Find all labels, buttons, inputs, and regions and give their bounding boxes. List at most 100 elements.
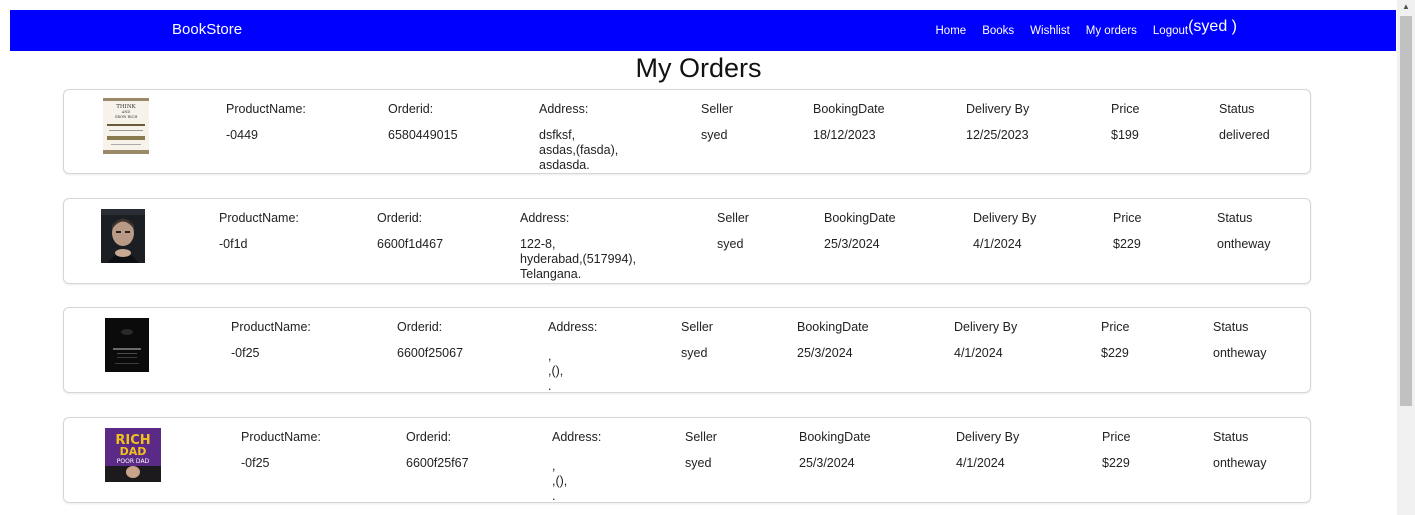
booking-date-value: 25/3/2024 — [824, 237, 880, 251]
seller-label: Seller — [717, 211, 749, 225]
address-value: 122-8, hyderabad,(517994), Telangana. — [520, 237, 636, 282]
vertical-scrollbar[interactable]: ▲ — [1397, 0, 1415, 515]
seller-value: syed — [717, 237, 744, 251]
price-value: $229 — [1113, 237, 1141, 251]
price-value: $199 — [1111, 128, 1139, 142]
seller-label: Seller — [681, 320, 713, 334]
delivery-by-label: Delivery By — [966, 102, 1030, 116]
cover-title-line: POOR DAD — [117, 458, 150, 465]
booking-date-label: BookingDate — [824, 211, 896, 225]
nav-wishlist-link[interactable]: Wishlist — [1030, 25, 1070, 37]
seller-value: syed — [681, 346, 708, 360]
navbar: BookStore Home Books Wishlist My orders … — [10, 10, 1396, 51]
cover-title-line: DAD — [120, 445, 147, 458]
nav-books-link[interactable]: Books — [982, 25, 1014, 37]
order-id-label: Orderid: — [406, 430, 452, 444]
order-id-label: Orderid: — [377, 211, 423, 225]
status-label: Status — [1213, 320, 1249, 334]
order-id-value: 6600f25067 — [397, 346, 464, 360]
price-label: Price — [1102, 430, 1131, 444]
order-id-value: 6580449015 — [388, 128, 458, 142]
address-line: 122-8, — [520, 237, 556, 251]
product-name-label: ProductName: — [219, 211, 299, 225]
delivery-by-value: 12/25/2023 — [966, 128, 1029, 142]
seller-label: Seller — [701, 102, 733, 116]
book-cover-image: THINK AND GROW RICH — [103, 98, 149, 154]
address-label: Address: — [520, 211, 570, 225]
booking-date-value: 25/3/2024 — [797, 346, 853, 360]
seller-value: syed — [685, 456, 712, 470]
book-cover-image — [105, 318, 149, 372]
cover-title-line: GROW RICH — [115, 115, 138, 119]
page-title: My Orders — [635, 53, 762, 83]
cover-title-line: AND — [121, 110, 131, 114]
address-label: Address: — [539, 102, 589, 116]
address-value: , ,(), . — [552, 459, 567, 504]
product-name-label: ProductName: — [231, 320, 311, 334]
address-line: , — [548, 349, 552, 363]
product-name-value: -0f25 — [231, 346, 260, 360]
order-card: RICH DAD POOR DAD ProductName: Orderid: … — [63, 417, 1311, 503]
nav-links: Home Books Wishlist My orders Logout (sy… — [936, 10, 1238, 51]
delivery-by-label: Delivery By — [973, 211, 1037, 225]
scroll-up-arrow-icon[interactable]: ▲ — [1397, 0, 1415, 14]
product-name-value: -0449 — [226, 128, 258, 142]
product-name-value: -0f25 — [241, 456, 270, 470]
product-name-value: -0f1d — [219, 237, 248, 251]
username-label: (syed ) — [1188, 17, 1237, 35]
product-name-label: ProductName: — [241, 430, 321, 444]
seller-value: syed — [701, 128, 728, 142]
scrollbar-thumb[interactable] — [1400, 16, 1412, 406]
status-value: ontheway — [1213, 346, 1267, 360]
status-value: delivered — [1219, 128, 1270, 142]
address-value: , ,(), . — [548, 349, 563, 394]
booking-date-value: 18/12/2023 — [813, 128, 876, 142]
order-card: THINK AND GROW RICH ProductName: Orderid… — [63, 89, 1311, 174]
address-line: . — [552, 489, 556, 503]
address-line: dsfksf, — [539, 128, 576, 142]
price-label: Price — [1111, 102, 1140, 116]
price-value: $229 — [1102, 456, 1130, 470]
nav-my-orders-link[interactable]: My orders — [1086, 25, 1137, 37]
delivery-by-label: Delivery By — [956, 430, 1020, 444]
delivery-by-value: 4/1/2024 — [973, 237, 1022, 251]
order-id-value: 6600f1d467 — [377, 237, 444, 251]
booking-date-value: 25/3/2024 — [799, 456, 855, 470]
book-cover-image — [101, 209, 145, 263]
order-id-label: Orderid: — [397, 320, 443, 334]
address-line: asdasda. — [539, 158, 590, 172]
top-strip — [0, 0, 1397, 10]
delivery-by-value: 4/1/2024 — [956, 456, 1005, 470]
status-label: Status — [1219, 102, 1255, 116]
booking-date-label: BookingDate — [799, 430, 871, 444]
product-name-label: ProductName: — [226, 102, 306, 116]
address-line: Telangana. — [520, 267, 582, 281]
address-line: hyderabad,(517994), — [520, 252, 637, 266]
address-line: asdas,(fasda), — [539, 143, 619, 157]
order-card: ProductName: Orderid: Address: Seller Bo… — [63, 198, 1311, 284]
book-cover-image: RICH DAD POOR DAD — [105, 428, 161, 482]
status-value: ontheway — [1217, 237, 1271, 251]
address-line: . — [548, 379, 552, 393]
address-line: ,(), — [552, 474, 568, 488]
price-label: Price — [1101, 320, 1130, 334]
status-label: Status — [1213, 430, 1249, 444]
nav-home-link[interactable]: Home — [936, 25, 967, 37]
address-label: Address: — [548, 320, 598, 334]
status-label: Status — [1217, 211, 1253, 225]
address-line: ,(), — [548, 364, 564, 378]
price-value: $229 — [1101, 346, 1129, 360]
booking-date-label: BookingDate — [813, 102, 885, 116]
seller-label: Seller — [685, 430, 717, 444]
order-id-value: 6600f25f67 — [406, 456, 469, 470]
order-card: ProductName: Orderid: Address: Seller Bo… — [63, 307, 1311, 393]
status-value: ontheway — [1213, 456, 1267, 470]
order-id-label: Orderid: — [388, 102, 434, 116]
address-label: Address: — [552, 430, 602, 444]
price-label: Price — [1113, 211, 1142, 225]
nav-logout-link[interactable]: Logout — [1153, 25, 1188, 37]
address-line: , — [552, 459, 556, 473]
delivery-by-value: 4/1/2024 — [954, 346, 1003, 360]
brand-link[interactable]: BookStore — [172, 21, 242, 38]
booking-date-label: BookingDate — [797, 320, 869, 334]
